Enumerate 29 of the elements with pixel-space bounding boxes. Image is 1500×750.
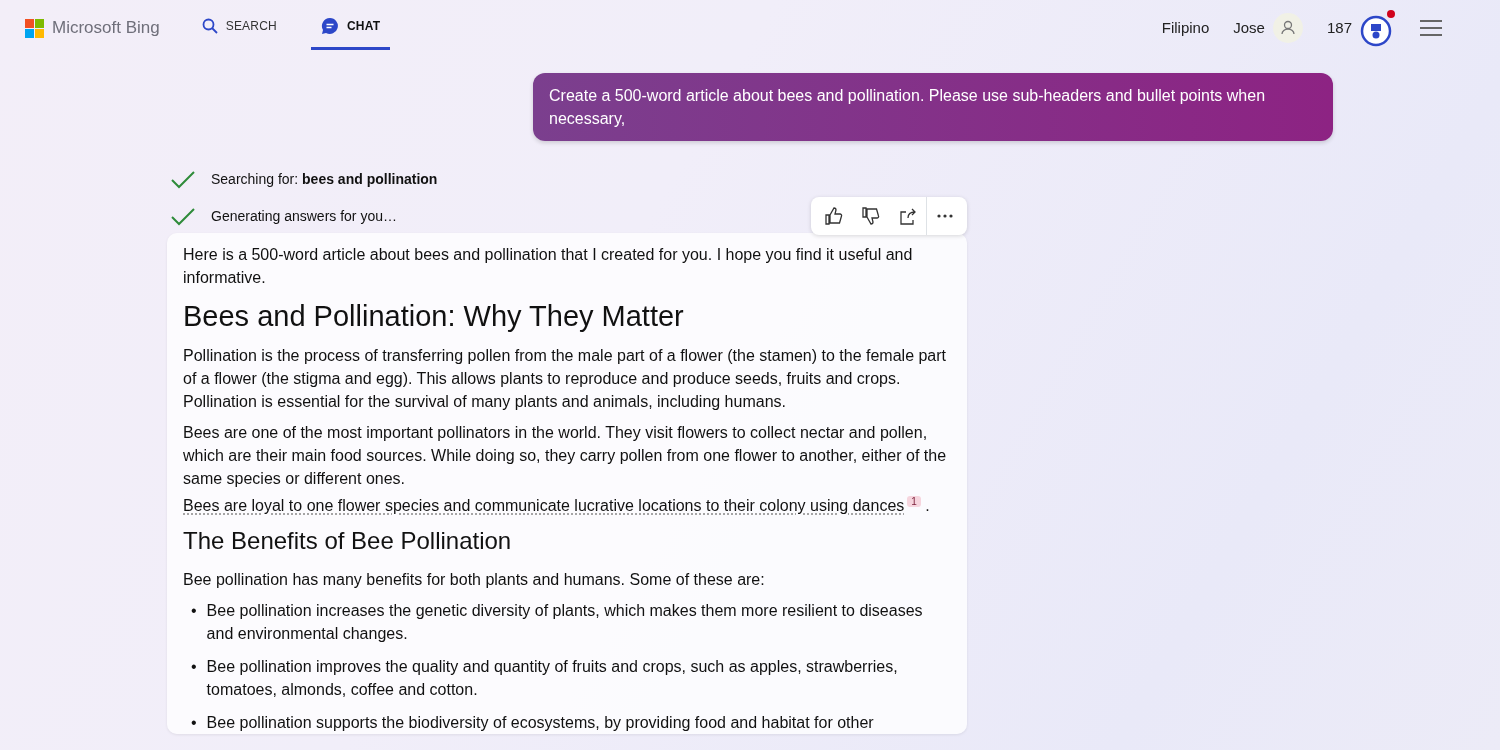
language-link[interactable]: Filipino xyxy=(1161,16,1210,40)
nav-tab[interactable]: CHAT xyxy=(310,4,391,50)
answer-paragraph: Pollination is the process of transferring pollen from the male part of a flower (the stamen) to the female part of a flower (the stigma and egg). This allows plants to reproduce and produce seeds, fruits and crops. Pollination is essential for the survival of many plants and animals, including humans. xyxy=(183,345,948,412)
status-text: Generating answers for you… xyxy=(211,207,397,226)
citation-number[interactable]: 1 xyxy=(907,495,921,507)
status-text: Searching for: bees and pollination xyxy=(211,170,438,189)
answer-paragraph: Bee pollination has many benefits for both plants and humans. Some of these are: xyxy=(183,569,766,590)
article-heading: Bees and Pollination: Why They Matter xyxy=(183,299,685,334)
bullet-marker: • xyxy=(191,600,197,621)
points-count: 187 xyxy=(1326,17,1352,38)
logo-icon xyxy=(25,18,44,38)
user-icon[interactable] xyxy=(1272,13,1303,43)
citation-link[interactable]: Bees are loyal to one flower species and communicate lucrative locations to their colony using dances xyxy=(183,497,905,515)
answer-paragraph: Here is a 500-word article about bees and pollination that I created for you. I hope you find it useful and informative. xyxy=(183,245,914,288)
nav-tab[interactable]: SEARCH xyxy=(191,4,287,50)
answer-paragraph: Bees are one of the most important pollinators in the world. They visit flowers to collect nectar and pollen, which are their main food sources. While doing so, they carry pollen from one flower to another, either of the same species or different ones. Bees are loyal to one flower species and communicate lucrative locations to their colony using dances $^{1}$ . xyxy=(183,422,948,517)
trophy-icon[interactable] xyxy=(1360,9,1396,47)
menu-icon[interactable] xyxy=(1420,20,1442,36)
article-subheading: The Benefits of Bee Pollination xyxy=(183,527,513,556)
bullet-item: Bee pollination improves the quality and quantity of fruits and crops, such as apples, strawberries, tomatoes, almonds, coffee and cotton. xyxy=(206,656,899,700)
bullet-item: Bee pollination increases the genetic diversity of plants, which makes them more resilient to diseases and environmental changes. xyxy=(206,600,924,644)
bullet-item: Bee pollination supports the biodiversity of ecosystems, by providing food and habitat for other xyxy=(206,712,874,733)
bullet-marker: • xyxy=(191,656,197,677)
logo-text: Microsoft Bing xyxy=(52,17,160,40)
user-message: Create a 500-word article about bees and pollination. Please use sub-headers and bullet points when necessary, xyxy=(533,73,1333,141)
user-name[interactable]: Jose xyxy=(1233,16,1265,40)
bullet-marker: • xyxy=(191,712,197,733)
chat-bubble-icon xyxy=(320,16,339,35)
search-icon xyxy=(201,17,218,34)
